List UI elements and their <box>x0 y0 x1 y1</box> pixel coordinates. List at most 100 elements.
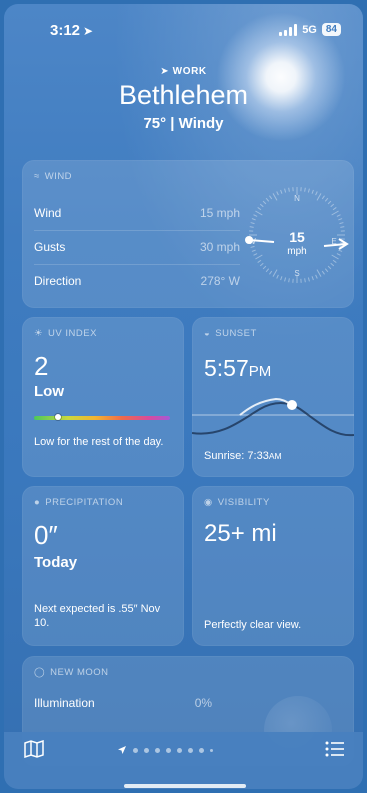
sunrise-time: Sunrise: 7:33AM <box>204 450 282 462</box>
compass-tick <box>284 188 287 193</box>
wind-card-title: ≈ WIND <box>34 171 73 182</box>
page-dot <box>210 748 213 752</box>
compass-tick <box>340 226 345 228</box>
compass-tick <box>280 276 283 281</box>
compass-tick <box>307 277 310 282</box>
compass-tick <box>331 210 339 216</box>
weather-screen: 3:12 ➤ 5G 84 ➤ WORK Bethlehem 75° | Windy… <box>4 4 363 789</box>
eye-icon: ◉ <box>204 497 213 508</box>
compass-tick <box>265 268 270 273</box>
compass-tick <box>276 274 279 279</box>
visibility-value: 25+ mi <box>204 520 277 547</box>
list-icon[interactable] <box>325 741 345 757</box>
compass-tick <box>249 226 254 228</box>
compass-tick <box>259 262 264 267</box>
uv-value: 2 <box>34 351 49 381</box>
raindrop-icon: ● <box>34 497 41 508</box>
compass-tick <box>250 222 255 225</box>
bottom-toolbar <box>4 732 363 789</box>
status-indicators: 5G 84 <box>279 23 341 36</box>
wind-gusts-row: Gusts 30 mph <box>34 230 240 265</box>
compass-tick <box>324 268 329 273</box>
page-dot <box>133 747 138 753</box>
location-header: ➤ WORK Bethlehem 75° | Windy <box>4 66 363 132</box>
visibility-card-title: ◉ VISIBILITY <box>204 497 270 508</box>
current-conditions: 75° | Windy <box>143 115 224 132</box>
sun-path-night <box>192 402 354 437</box>
network-label: 5G <box>302 23 317 36</box>
page-dot <box>177 747 182 753</box>
sunset-icon: ◒ <box>204 328 211 339</box>
city-name: Bethlehem <box>118 80 249 110</box>
compass-unit: mph <box>287 246 306 257</box>
page-dot <box>166 747 171 753</box>
compass-tick <box>251 249 256 252</box>
compass-tick <box>272 269 278 277</box>
uv-scale-bar <box>34 414 170 420</box>
compass-tick <box>321 195 325 200</box>
page-dot <box>144 747 149 753</box>
compass-tick <box>288 278 290 283</box>
compass-speed: 15 <box>289 229 305 245</box>
compass-tick <box>272 193 278 201</box>
compass-tick <box>257 207 262 211</box>
current-location-page-icon <box>118 746 126 754</box>
compass-tick <box>284 277 287 282</box>
compass-tick <box>262 265 267 270</box>
compass-tick <box>253 253 258 256</box>
battery-indicator: 84 <box>321 23 341 36</box>
compass-tick <box>332 207 337 211</box>
uv-card-title: ☀ UV INDEX <box>34 328 97 339</box>
location-label: ➤ WORK <box>160 66 207 77</box>
compass-tick <box>311 276 314 281</box>
compass-tick <box>327 200 332 205</box>
compass-tick <box>339 222 344 225</box>
compass-tick <box>280 189 283 194</box>
compass-tick <box>265 197 270 202</box>
uv-scale-marker <box>55 414 62 420</box>
page-indicator[interactable] <box>117 745 213 755</box>
compass-tick <box>250 245 255 248</box>
wind-compass: N E S W 15 mph <box>245 187 349 283</box>
map-icon[interactable] <box>24 740 44 758</box>
home-indicator[interactable] <box>124 784 246 788</box>
sunset-card-title: ◒ SUNSET <box>204 328 257 339</box>
uv-index-card[interactable]: ☀ UV INDEX 2 Low Low for the rest of the… <box>22 317 184 477</box>
compass-tick <box>321 270 325 275</box>
location-arrow-icon: ➤ <box>160 66 170 77</box>
compass-tick <box>330 262 335 267</box>
compass-tick <box>330 203 335 208</box>
sun-path-day <box>239 397 295 416</box>
sun-position-dot <box>287 400 297 410</box>
compass-tick <box>304 187 306 192</box>
page-dot <box>155 747 160 753</box>
compass-tick <box>276 191 279 196</box>
compass-tick <box>324 197 329 202</box>
compass-tick <box>251 218 256 221</box>
sunset-card[interactable]: ◒ SUNSET 5:57PM Sunrise: 7:33AM <box>192 317 354 477</box>
page-dot <box>188 747 193 753</box>
signal-bars-icon <box>279 23 298 36</box>
compass-tick <box>315 274 318 279</box>
precipitation-card[interactable]: ● PRECIPITATION 0″ Today Next expected i… <box>22 486 184 646</box>
location-arrow-icon: ➤ <box>83 24 94 38</box>
uv-note: Low for the rest of the day. <box>34 436 164 448</box>
compass-tick <box>315 191 318 196</box>
compass-tick <box>332 259 337 263</box>
moon-card-title: ◯ NEW MOON <box>34 667 109 678</box>
wind-icon: ≈ <box>34 171 40 182</box>
compass-tick <box>336 214 341 217</box>
compass-tick <box>253 214 258 217</box>
sunset-time: 5:57PM <box>204 355 272 381</box>
wind-card[interactable]: ≈ WIND Wind 15 mph Gusts 30 mph Directio… <box>22 160 354 308</box>
compass-tick <box>304 278 306 283</box>
uv-level: Low <box>34 383 64 400</box>
compass-tick <box>288 187 290 192</box>
compass-tick <box>336 253 341 256</box>
sun-path-graph <box>192 397 354 437</box>
page-dot <box>199 747 204 753</box>
visibility-card[interactable]: ◉ VISIBILITY 25+ mi Perfectly clear view… <box>192 486 354 646</box>
compass-tick <box>257 259 262 263</box>
precip-card-title: ● PRECIPITATION <box>34 497 124 508</box>
precip-note: Next expected is .55″ Nov 10. <box>34 603 161 629</box>
